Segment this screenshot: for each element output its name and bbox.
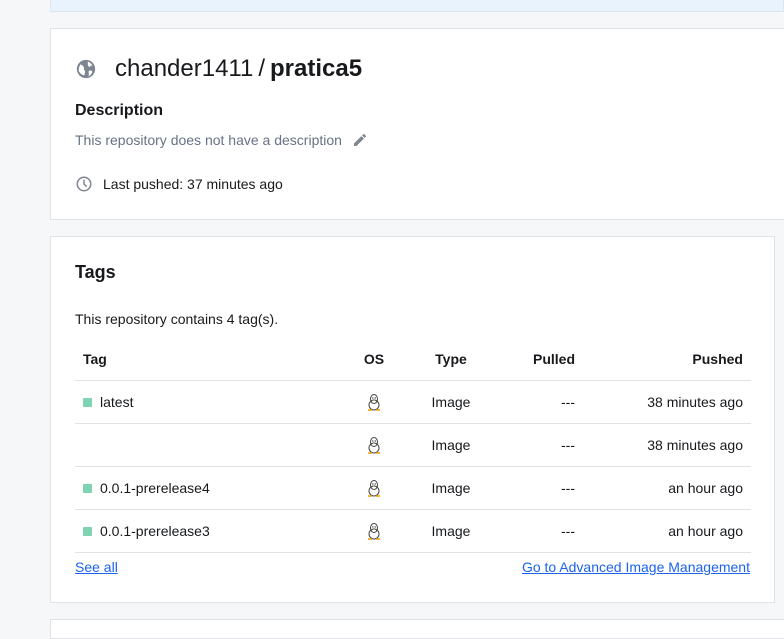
pushed-cell: an hour ago <box>575 509 751 553</box>
repository-info-card: chander1411/pratica5 Description This re… <box>50 28 784 220</box>
os-cell <box>334 423 414 467</box>
tag-cell: 0.0.1-prerelease3 <box>75 509 334 553</box>
tag-cell: 0.0.1-prerelease4 <box>75 466 334 510</box>
column-header-type: Type <box>414 338 488 381</box>
top-banner <box>50 0 784 12</box>
last-pushed-row: Last pushed: 37 minutes ago <box>75 175 283 193</box>
repo-namespace: chander1411 <box>115 55 254 82</box>
repo-separator: / <box>258 55 266 82</box>
table-row[interactable]: 0.0.1-prerelease3 Image --- an hour ago <box>75 509 751 553</box>
column-header-pushed: Pushed <box>575 338 751 381</box>
linux-icon <box>368 523 380 540</box>
pushed-cell: 38 minutes ago <box>575 423 751 467</box>
repo-header: chander1411/pratica5 <box>75 55 362 83</box>
column-header-os: OS <box>334 338 414 381</box>
tags-table-header: Tag OS Type Pulled Pushed <box>75 338 751 381</box>
pushed-cell: 38 minutes ago <box>575 380 751 424</box>
repo-name: pratica5 <box>270 55 363 82</box>
table-row[interactable]: 0.0.1-prerelease4 Image --- an hour ago <box>75 466 751 510</box>
description-label: Description <box>75 102 164 119</box>
os-cell <box>334 466 414 510</box>
tag-status-dot <box>83 397 92 407</box>
type-cell: Image <box>414 380 488 424</box>
last-pushed-text: Last pushed: 37 minutes ago <box>103 176 283 192</box>
tags-card: Tags This repository contains 4 tag(s). … <box>50 236 775 603</box>
table-row[interactable]: Image --- 38 minutes ago <box>75 423 751 467</box>
os-cell <box>334 509 414 553</box>
tag-cell: latest <box>75 380 334 424</box>
repo-title: chander1411/pratica5 <box>115 55 362 83</box>
globe-icon <box>76 59 96 79</box>
description-text: This repository does not have a descript… <box>75 132 342 148</box>
type-cell: Image <box>414 466 488 510</box>
pulled-cell: --- <box>488 380 575 424</box>
type-cell: Image <box>414 423 488 467</box>
next-card <box>50 619 784 639</box>
tag-cell <box>75 423 334 467</box>
linux-icon <box>368 480 380 497</box>
pushed-cell: an hour ago <box>575 466 751 510</box>
see-all-link[interactable]: See all <box>75 559 118 575</box>
tags-table: Tag OS Type Pulled Pushed latest Image -… <box>75 338 751 553</box>
pencil-icon[interactable] <box>352 132 368 148</box>
tag-status-dot <box>83 526 92 536</box>
tag-name[interactable]: 0.0.1-prerelease4 <box>100 480 210 496</box>
tag-name[interactable]: latest <box>100 394 133 410</box>
column-header-tag: Tag <box>75 338 334 381</box>
linux-icon <box>368 394 380 411</box>
tags-count-text: This repository contains 4 tag(s). <box>75 311 279 327</box>
clock-icon <box>76 176 92 192</box>
pulled-cell: --- <box>488 509 575 553</box>
pulled-cell: --- <box>488 466 575 510</box>
tag-status-dot <box>83 483 92 493</box>
table-row[interactable]: latest Image --- 38 minutes ago <box>75 380 751 424</box>
type-cell: Image <box>414 509 488 553</box>
tag-name[interactable]: 0.0.1-prerelease3 <box>100 523 210 539</box>
linux-icon <box>368 437 380 454</box>
pulled-cell: --- <box>488 423 575 467</box>
os-cell <box>334 380 414 424</box>
description-row: This repository does not have a descript… <box>75 132 368 148</box>
tags-title: Tags <box>75 262 116 282</box>
advanced-image-management-link[interactable]: Go to Advanced Image Management <box>522 559 750 575</box>
column-header-pulled: Pulled <box>488 338 575 381</box>
